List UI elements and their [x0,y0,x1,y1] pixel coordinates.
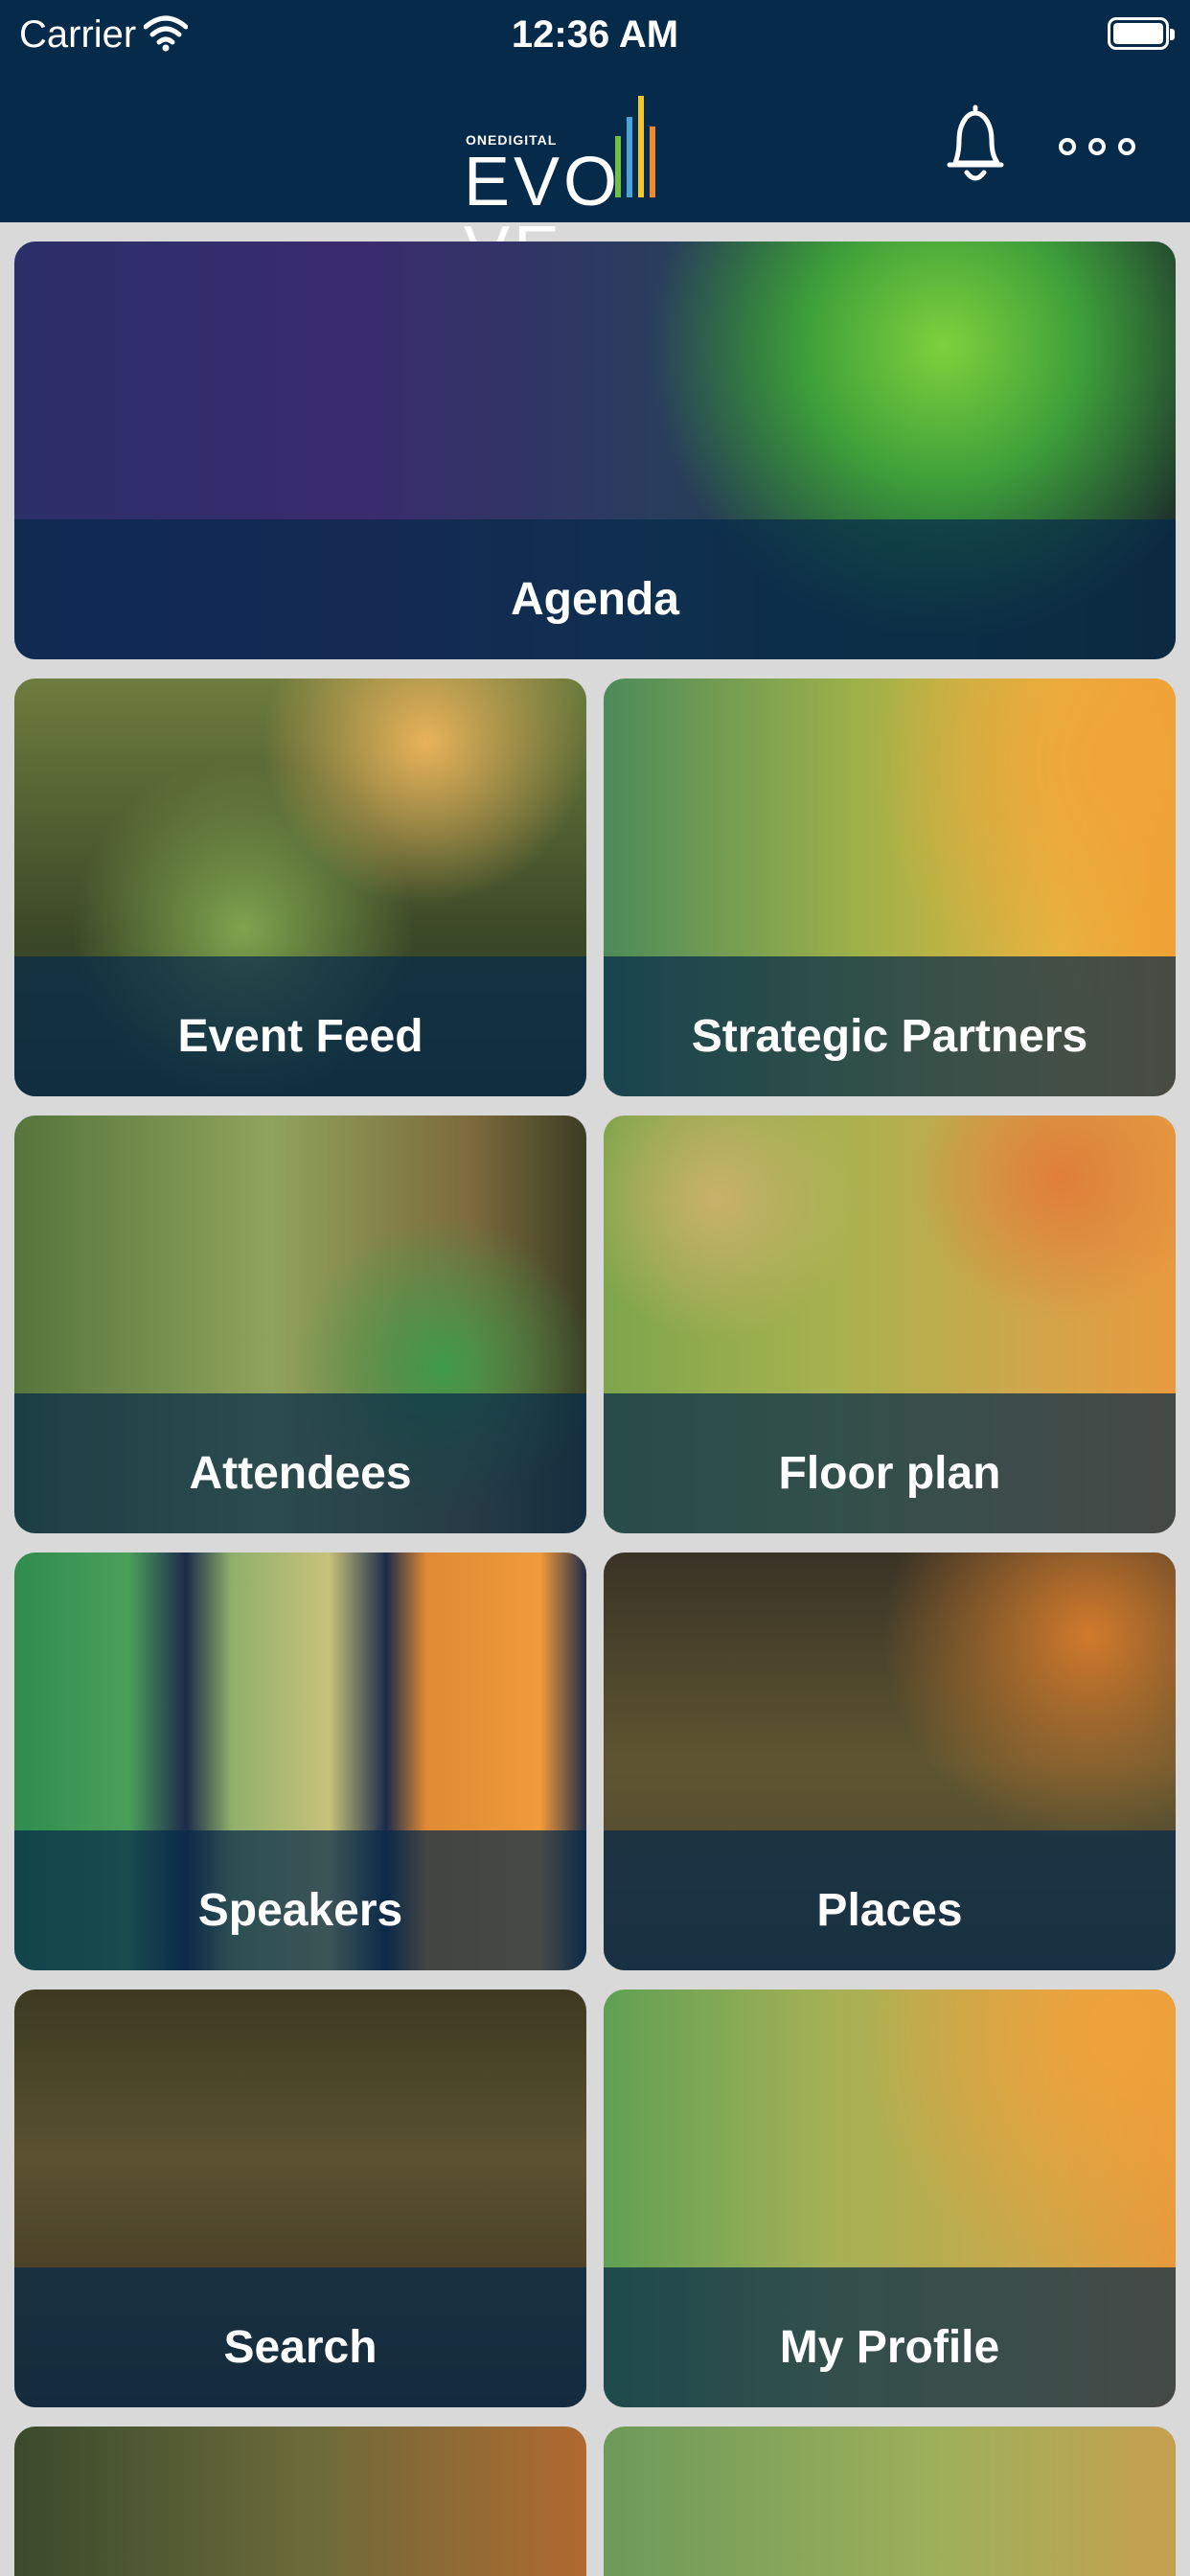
tile-band: Speakers [14,1830,586,1970]
tile-my-profile[interactable]: My Profile [604,1990,1176,2407]
more-dot [1059,138,1076,155]
more-icon[interactable] [1059,132,1135,161]
evolve-logo: ONEDIGITAL EVO VE [460,80,738,286]
tile-label: Floor plan [778,1447,1001,1499]
status-bar: Carrier 12:36 AM [0,0,1190,73]
tile-places[interactable]: Places [604,1552,1176,1970]
tile-photo [14,2426,586,2576]
app-header: Carrier 12:36 AM ONEDIGITAL EVO VE [0,0,1190,286]
tile-label: Event Feed [177,1010,423,1062]
tile-label: Places [816,1884,963,1936]
tile-floor-plan[interactable]: Floor plan [604,1116,1176,1533]
tile-partial-left[interactable] [14,2426,586,2576]
tile-band: Attendees [14,1393,586,1533]
tile-agenda[interactable]: Agenda [14,242,1176,659]
tile-strategic-partners[interactable]: Strategic Partners [604,678,1176,1096]
tile-band: Agenda [14,519,1176,659]
tile-label: My Profile [779,2321,1000,2373]
tile-label: Speakers [197,1884,403,1936]
bell-icon[interactable] [944,104,1007,188]
tile-label: Strategic Partners [691,1010,1088,1062]
tile-band: Event Feed [14,956,586,1096]
battery-icon [1108,17,1175,50]
tile-band: Search [14,2267,586,2407]
tile-band: Strategic Partners [604,956,1176,1096]
tile-label: Search [223,2321,378,2373]
tile-band: Places [604,1830,1176,1970]
tile-band: My Profile [604,2267,1176,2407]
tile-label: Attendees [189,1447,412,1499]
tile-partial-right[interactable] [604,2426,1176,2576]
tile-band: Floor plan [604,1393,1176,1533]
tile-speakers[interactable]: Speakers [14,1552,586,1970]
tile-photo [604,2426,1176,2576]
tile-event-feed[interactable]: Event Feed [14,678,586,1096]
tile-label: Agenda [510,573,679,625]
more-dot [1118,138,1135,155]
tile-search[interactable]: Search [14,1990,586,2407]
clock-time: 12:36 AM [511,13,679,56]
tile-attendees[interactable]: Attendees [14,1116,586,1533]
more-dot [1088,138,1106,155]
logo-bars-icon [615,96,655,197]
